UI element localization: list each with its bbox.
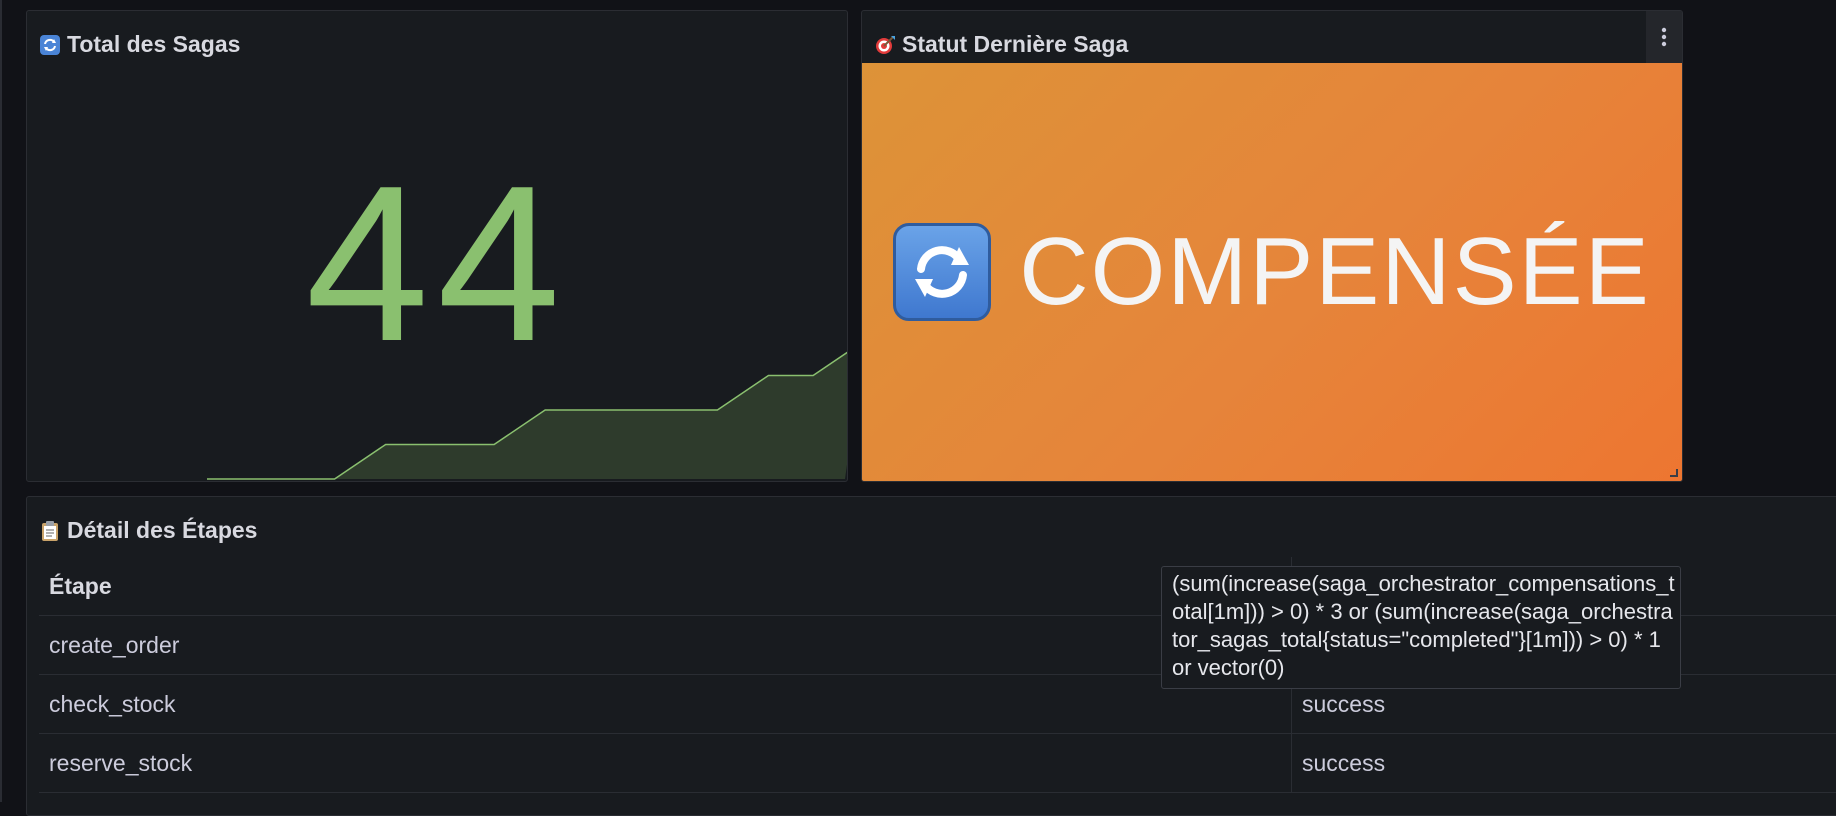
- panel-title: Statut Dernière Saga: [874, 31, 1128, 58]
- cell-step: reserve_stock: [39, 734, 1292, 793]
- column-header-step[interactable]: Étape: [39, 557, 1292, 616]
- resize-handle-icon[interactable]: [1668, 467, 1678, 477]
- status-value: COMPENSÉE: [862, 63, 1682, 481]
- stat-value: 44: [27, 153, 847, 375]
- left-edge-divider: [0, 0, 2, 802]
- cell-status: success: [1292, 734, 1836, 793]
- panel-total-sagas[interactable]: Total des Sagas 44: [26, 10, 848, 482]
- cell-step: check_stock: [39, 675, 1292, 734]
- query-tooltip: (sum(increase(saga_orchestrator_compensa…: [1161, 566, 1681, 689]
- cell-step: create_order: [39, 616, 1292, 675]
- status-text: COMPENSÉE: [1019, 217, 1650, 327]
- direct-hit-icon: [874, 34, 896, 56]
- panel-title: Détail des Étapes: [39, 517, 257, 544]
- table-row: reserve_stock success: [39, 734, 1836, 793]
- clipboard-icon: [39, 520, 61, 542]
- panel-last-saga-status[interactable]: Statut Dernière Saga COMPENSÉE: [861, 10, 1683, 482]
- kebab-menu-icon: [1661, 26, 1667, 48]
- counterclockwise-arrows-icon: [893, 223, 991, 321]
- panel-menu-button[interactable]: [1646, 11, 1682, 63]
- panel-title-text: Détail des Étapes: [67, 517, 257, 544]
- panel-title-text: Statut Dernière Saga: [902, 31, 1128, 58]
